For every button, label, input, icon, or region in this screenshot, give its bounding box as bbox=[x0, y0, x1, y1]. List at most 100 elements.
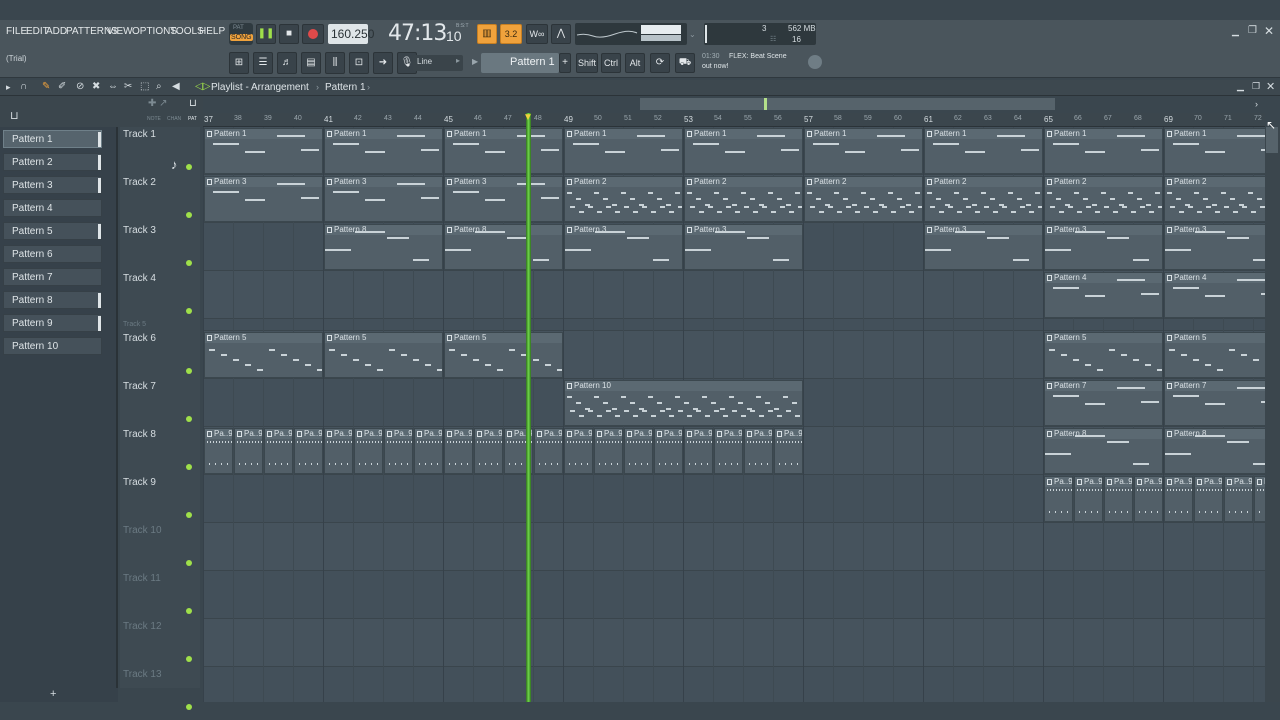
picker-toggle-icon[interactable]: ⊔ bbox=[10, 109, 19, 122]
song-position[interactable]: 47:13 10 B:S:T bbox=[388, 21, 470, 47]
clip-menu-icon[interactable] bbox=[717, 431, 722, 437]
clip-menu-icon[interactable] bbox=[1167, 431, 1172, 437]
record-button[interactable] bbox=[302, 24, 324, 44]
clip-menu-icon[interactable] bbox=[777, 431, 782, 437]
select-tool-icon[interactable]: ⬚ bbox=[140, 81, 149, 92]
track-mute-led[interactable] bbox=[186, 212, 192, 218]
picker-pat-icon[interactable]: ⊔ bbox=[189, 98, 197, 109]
snap-select[interactable]: Line ▸ bbox=[413, 55, 463, 71]
menu-file[interactable]: FILE bbox=[6, 26, 27, 37]
playhead[interactable] bbox=[526, 113, 531, 702]
shop-button[interactable]: ⛟ bbox=[675, 53, 695, 73]
speaker-icon[interactable]: ◀ bbox=[172, 81, 180, 92]
playlist-clip-short[interactable]: Pa..9 bbox=[714, 428, 743, 474]
playlist-clip-short[interactable]: Pa..9 bbox=[1134, 476, 1163, 522]
clip-menu-icon[interactable] bbox=[567, 227, 572, 233]
playlist-clip-short[interactable]: Pa..9 bbox=[1224, 476, 1253, 522]
add-pattern-button[interactable]: + bbox=[559, 53, 571, 73]
playlist-clip-short[interactable]: Pa..9 bbox=[564, 428, 593, 474]
playlist-clip-short[interactable]: Pa..9 bbox=[624, 428, 653, 474]
playlist-clip-short[interactable]: Pa..9 bbox=[414, 428, 443, 474]
clip-menu-icon[interactable] bbox=[1167, 179, 1172, 185]
clip-menu-icon[interactable] bbox=[567, 431, 572, 437]
track-row[interactable] bbox=[203, 571, 1265, 619]
playhead-marker-icon[interactable]: ▼ bbox=[523, 112, 533, 123]
playlist-minimize-icon[interactable]: ▁ bbox=[1237, 81, 1244, 92]
clip-menu-icon[interactable] bbox=[327, 431, 332, 437]
clip-menu-icon[interactable] bbox=[237, 431, 242, 437]
slice-tool-icon[interactable]: ✂ bbox=[124, 81, 132, 92]
playlist-clip-short[interactable]: Pa..9 bbox=[1164, 476, 1193, 522]
mute-tool-icon[interactable]: ✖ bbox=[92, 81, 100, 92]
track-mute-led[interactable] bbox=[186, 368, 192, 374]
plugin-picker-button[interactable]: ➜ bbox=[373, 52, 393, 74]
clip-menu-icon[interactable] bbox=[507, 431, 512, 437]
metronome-button[interactable]: ▥ bbox=[477, 24, 497, 44]
track-label-2[interactable]: Track 2 bbox=[123, 177, 156, 188]
track-mute-led[interactable] bbox=[186, 464, 192, 470]
playlist-menu-icon[interactable]: ▸ bbox=[6, 82, 11, 93]
clip-menu-icon[interactable] bbox=[627, 431, 632, 437]
mixer-button[interactable]: ⫼ bbox=[325, 52, 345, 74]
alt-key-button[interactable]: Alt bbox=[625, 53, 645, 73]
playlist-grid[interactable]: Pattern 1 Pattern 1 Pattern 1 Pattern 1 Patt… bbox=[203, 127, 1265, 702]
playlist-clip-short[interactable]: Pa..9 bbox=[594, 428, 623, 474]
globe-icon[interactable] bbox=[808, 55, 822, 69]
horizontal-scrollbar[interactable] bbox=[640, 98, 1055, 110]
clip-menu-icon[interactable] bbox=[1227, 479, 1232, 485]
track-label-12[interactable]: Track 12 bbox=[123, 621, 162, 632]
stop-button[interactable]: ■ bbox=[279, 24, 299, 44]
playlist-clip[interactable]: Pattern 8 bbox=[444, 224, 563, 270]
clip-menu-icon[interactable] bbox=[927, 131, 932, 137]
track-mute-led[interactable] bbox=[186, 656, 192, 662]
clip-menu-icon[interactable] bbox=[447, 431, 452, 437]
clip-menu-icon[interactable] bbox=[207, 131, 212, 137]
menu-view[interactable]: VIEW bbox=[107, 26, 133, 37]
clip-menu-icon[interactable] bbox=[1167, 227, 1172, 233]
playlist-clip-short[interactable]: Pa..9 bbox=[684, 428, 713, 474]
piano-roll-button[interactable]: ♬ bbox=[277, 52, 297, 74]
clip-menu-icon[interactable] bbox=[207, 179, 212, 185]
track-label-4[interactable]: Track 4 bbox=[123, 273, 156, 284]
playlist-clip[interactable]: Pattern 4 bbox=[1164, 272, 1265, 318]
playlist-clip[interactable]: Pattern 3 bbox=[1164, 224, 1265, 270]
pattern-item-6[interactable]: Pattern 6 bbox=[3, 245, 102, 263]
playlist-clip[interactable]: Pattern 2 bbox=[564, 176, 683, 222]
playlist-clip-short[interactable]: Pa..9 bbox=[774, 428, 803, 474]
slip-tool-icon[interactable]: ⇔ bbox=[108, 81, 118, 92]
clip-menu-icon[interactable] bbox=[327, 131, 332, 137]
clip-menu-icon[interactable] bbox=[1047, 275, 1052, 281]
playlist-clip-short[interactable]: Pa..9 bbox=[234, 428, 263, 474]
online-button[interactable]: ⟳ bbox=[650, 53, 670, 73]
timeline-ruler[interactable]: 37 38 39 40 41 42 43 44 45 46 47 48 49 50 51 52 53 54 55 56… bbox=[203, 113, 1265, 127]
playlist-clip[interactable]: Pattern 3 bbox=[204, 176, 323, 222]
close-icon[interactable]: ✕ bbox=[1264, 24, 1274, 38]
playlist-clip[interactable]: Pattern 5 bbox=[444, 332, 563, 378]
clip-menu-icon[interactable] bbox=[597, 431, 602, 437]
track-mute-led[interactable] bbox=[186, 416, 192, 422]
clip-menu-icon[interactable] bbox=[927, 179, 932, 185]
playlist-clip[interactable]: Pattern 2 bbox=[1044, 176, 1163, 222]
clip-menu-icon[interactable] bbox=[1137, 479, 1142, 485]
track-label-8[interactable]: Track 8 bbox=[123, 429, 156, 440]
playlist-clip-short[interactable]: Pa..9 bbox=[1104, 476, 1133, 522]
clip-menu-icon[interactable] bbox=[1167, 335, 1172, 341]
playlist-clip[interactable]: Pattern 1 bbox=[804, 128, 923, 174]
track-mute-led[interactable] bbox=[186, 308, 192, 314]
clip-menu-icon[interactable] bbox=[807, 179, 812, 185]
playlist-clip-short[interactable]: Pa..9 bbox=[204, 428, 233, 474]
track-row[interactable] bbox=[203, 319, 1265, 331]
playlist-clip[interactable]: Pattern 1 bbox=[1164, 128, 1265, 174]
playlist-arrow-icon[interactable]: ◁▷ bbox=[195, 81, 210, 92]
clip-menu-icon[interactable] bbox=[1167, 479, 1172, 485]
clip-menu-icon[interactable] bbox=[1167, 131, 1172, 137]
playlist-clip[interactable]: Pattern 3 bbox=[564, 224, 683, 270]
playlist-clip[interactable]: Pattern 1 bbox=[924, 128, 1043, 174]
playlist-clip[interactable]: Pattern 2 bbox=[804, 176, 923, 222]
playlist-clip-short[interactable]: Pa..9 bbox=[264, 428, 293, 474]
playlist-clip[interactable]: Pattern 3 bbox=[444, 176, 563, 222]
clip-menu-icon[interactable] bbox=[327, 335, 332, 341]
minimize-icon[interactable]: ▁ bbox=[1232, 26, 1239, 37]
playlist-clip-short[interactable]: Pa..9 bbox=[744, 428, 773, 474]
shift-key-button[interactable]: Shift bbox=[576, 53, 598, 73]
